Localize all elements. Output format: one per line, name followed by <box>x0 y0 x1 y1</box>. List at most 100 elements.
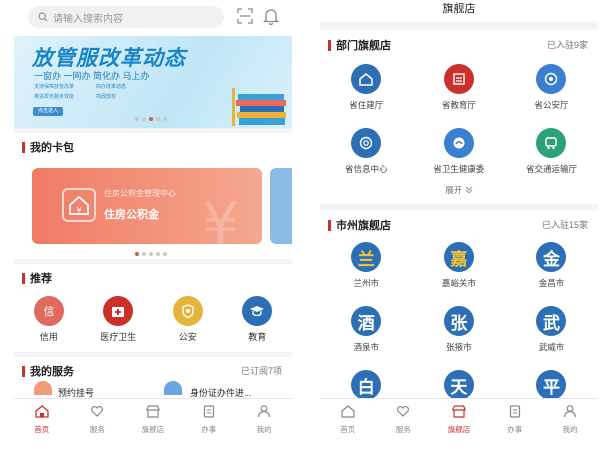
card-pager <box>135 252 167 256</box>
banner-enter-button[interactable]: 点击进入 <box>33 107 63 116</box>
tab-label: 旗舰店 <box>141 425 165 434</box>
dept-grid: 省住建厅 省教育厅 省公安厅 省信息中心 省卫生健康委 省交通运输厅 <box>320 64 598 192</box>
tab-affairs[interactable]: 办事 <box>181 399 237 440</box>
house-icon: ¥ <box>62 188 96 222</box>
yen-watermark: ¥ <box>202 190 239 244</box>
city-wuwei[interactable]: 武武威市 <box>505 306 598 370</box>
scan-icon[interactable] <box>236 7 254 25</box>
svg-text:信: 信 <box>43 305 54 318</box>
city-jiuquan[interactable]: 酒酒泉市 <box>320 306 413 370</box>
info-icon <box>351 128 382 158</box>
house-icon <box>351 64 382 94</box>
recommend-medical[interactable]: 医疗卫生 <box>84 296 154 343</box>
tab-label: 首页 <box>34 425 50 434</box>
next-card-preview[interactable] <box>270 168 292 244</box>
banner-title: 放管服改革动态 <box>32 47 186 70</box>
jiuquan-emblem-icon: 酒 <box>351 306 382 336</box>
education-icon <box>242 296 273 326</box>
clipboard-icon <box>509 405 520 418</box>
tab-label: 服务 <box>89 425 105 434</box>
tab-bar: 首页 服务 旗舰店 办事 我的 <box>320 398 598 440</box>
tab-flagship[interactable]: 旗舰店 <box>431 399 487 440</box>
transport-icon <box>536 128 567 158</box>
lanzhou-emblem-icon: 兰 <box>351 242 382 272</box>
tab-label: 首页 <box>340 425 356 434</box>
banner-slogan: 一窗办 一网办 简化办 马上办 <box>34 71 150 81</box>
city-count: 已入驻15家 <box>541 220 588 230</box>
recommend-label: 医疗卫生 <box>100 332 137 342</box>
recommend-label: 信用 <box>39 332 58 342</box>
dept-label: 省交通运输厅 <box>525 164 577 174</box>
recommend-label: 教育 <box>248 332 267 342</box>
expand-label: 展开 <box>445 185 463 195</box>
tab-affairs[interactable]: 办事 <box>487 399 543 440</box>
medical-icon <box>103 296 134 326</box>
recommend-label: 公安 <box>178 332 197 342</box>
tab-mine[interactable]: 我的 <box>542 399 598 440</box>
dept-label: 省公安厅 <box>534 100 569 110</box>
dept-education[interactable]: 省教育厅 <box>413 64 506 128</box>
dept-label: 省教育厅 <box>441 100 476 110</box>
tab-label: 旗舰店 <box>447 425 471 434</box>
clipboard-icon <box>203 405 214 418</box>
service-icon <box>164 381 182 395</box>
city-label: 武威市 <box>538 342 565 352</box>
tab-service[interactable]: 服务 <box>376 399 432 440</box>
heart-icon <box>397 406 410 417</box>
dept-housing[interactable]: 省住建厅 <box>320 64 413 128</box>
expand-button[interactable]: 展开 <box>320 184 598 196</box>
dept-transport[interactable]: 省交通运输厅 <box>505 128 598 192</box>
search-input[interactable]: 请输入搜索内容 <box>28 6 224 28</box>
dept-police[interactable]: 省公安厅 <box>505 64 598 128</box>
service-icon <box>34 381 52 395</box>
books-illustration <box>232 88 286 126</box>
tab-mine[interactable]: 我的 <box>236 399 292 440</box>
recommend-credit[interactable]: 信 信用 <box>14 296 84 343</box>
dept-health[interactable]: 省卫生健康委 <box>413 128 506 192</box>
tab-home[interactable]: 首页 <box>14 399 70 440</box>
baiyin-emblem-icon: 白 <box>351 370 382 400</box>
city-label: 兰州市 <box>353 278 380 288</box>
city-zhangye[interactable]: 张张掖市 <box>413 306 506 370</box>
housing-fund-card[interactable]: ¥ 住房公积金管理中心 住房公积金 ¥ <box>32 168 262 244</box>
police-icon <box>536 64 567 94</box>
banner-line: 四办改革动态 <box>96 84 127 90</box>
city-label: 酒泉市 <box>353 342 380 352</box>
tab-label: 服务 <box>395 425 411 434</box>
search-placeholder: 请输入搜索内容 <box>53 13 123 25</box>
dept-info-center[interactable]: 省信息中心 <box>320 128 413 192</box>
home-icon <box>341 405 355 418</box>
recommend-police[interactable]: 公安 <box>153 296 223 343</box>
home-icon <box>35 405 49 418</box>
section-title: 我的服务 <box>22 363 74 379</box>
recommend-education[interactable]: 教育 <box>223 296 293 343</box>
flagship-screen: 旗舰店 部门旗舰店 已入驻9家 省住建厅 省教育厅 省公安厅 省信息中心 省卫生… <box>320 0 598 440</box>
education-icon <box>443 64 474 94</box>
tab-label: 办事 <box>201 425 217 434</box>
dept-count: 已入驻9家 <box>546 40 588 50</box>
search-icon <box>38 12 48 22</box>
services-count[interactable]: 已订阅7项 <box>241 364 282 377</box>
tab-home[interactable]: 首页 <box>320 399 376 440</box>
tab-service[interactable]: 服务 <box>70 399 126 440</box>
city-jinchang[interactable]: 金金昌市 <box>505 242 598 306</box>
tab-label: 办事 <box>507 425 523 434</box>
chevron-down-icon <box>465 186 473 194</box>
tab-label: 我的 <box>256 425 272 434</box>
city-label: 嘉峪关市 <box>441 278 476 288</box>
wuwei-emblem-icon: 武 <box>536 306 567 336</box>
user-icon <box>258 405 271 418</box>
dept-label: 省住建厅 <box>349 100 384 110</box>
zhangye-emblem-icon: 张 <box>443 306 474 336</box>
tab-flagship[interactable]: 旗舰店 <box>125 399 181 440</box>
city-jiayuguan[interactable]: 嘉嘉峪关市 <box>413 242 506 306</box>
city-lanzhou[interactable]: 兰兰州市 <box>320 242 413 306</box>
section-title: 我的卡包 <box>22 139 74 155</box>
promo-banner[interactable]: 放管服改革动态 一窗办 一网办 简化办 马上办 支持保障放管改革 推进政务服务效… <box>14 36 292 128</box>
svg-text:¥: ¥ <box>76 206 81 215</box>
jinchang-emblem-icon: 金 <box>536 242 567 272</box>
tab-label: 我的 <box>562 425 578 434</box>
recommend-grid: 信 信用 医疗卫生 公安 教育 <box>14 296 292 343</box>
section-title: 推荐 <box>22 270 52 286</box>
bell-icon[interactable] <box>263 7 279 25</box>
